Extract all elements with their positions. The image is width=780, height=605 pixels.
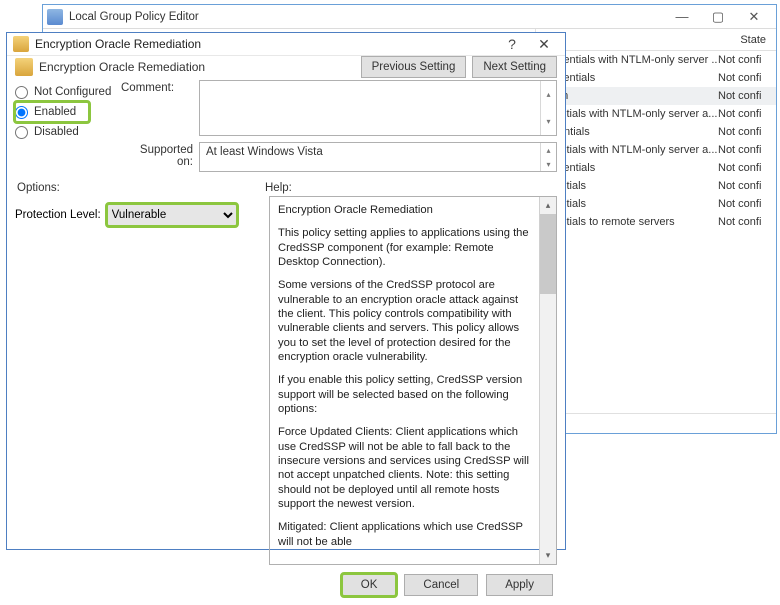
radio-disabled[interactable]: Disabled <box>15 122 113 142</box>
supported-on-box: At least Windows Vista ▴▾ <box>199 142 557 172</box>
policy-list-row[interactable]: credentialsNot confi <box>536 69 776 87</box>
gpedit-title: Local Group Policy Editor <box>69 11 199 23</box>
policy-list-row[interactable]: edentials with NTLM-only server a...Not … <box>536 105 776 123</box>
minimize-button[interactable]: — <box>664 6 700 28</box>
dialog-help-button[interactable]: ? <box>497 33 527 55</box>
next-setting-button[interactable]: Next Setting <box>472 56 557 78</box>
options-panel: Protection Level: Vulnerable <box>15 196 263 565</box>
policy-name: Encryption Oracle Remediation <box>39 60 205 74</box>
comment-scrollbar[interactable]: ▴▾ <box>540 81 556 135</box>
options-label: Options: <box>17 182 265 194</box>
policy-icon <box>15 58 33 76</box>
radio-enabled[interactable]: Enabled <box>15 102 89 122</box>
gpedit-icon <box>47 9 63 25</box>
dialog-close-button[interactable]: ✕ <box>529 33 559 55</box>
radio-not-configured-input[interactable] <box>15 86 28 99</box>
policy-list-row[interactable]: iationNot confi <box>536 87 776 105</box>
previous-setting-button[interactable]: Previous Setting <box>361 56 467 78</box>
policy-list-row[interactable]: edentials with NTLM-only server a...Not … <box>536 141 776 159</box>
policy-list-row[interactable]: redentialsNot confi <box>536 123 776 141</box>
comment-label: Comment: <box>121 80 193 94</box>
dialog-titlebar: Encryption Oracle Remediation ? ✕ <box>7 33 565 56</box>
apply-button[interactable]: Apply <box>486 574 553 596</box>
gpedit-list-pane: State credentials with NTLM-only server … <box>536 29 776 433</box>
protection-level-label: Protection Level: <box>15 209 101 221</box>
radio-disabled-input[interactable] <box>15 126 28 139</box>
help-scrollbar[interactable]: ▴ ▾ <box>539 197 556 564</box>
policy-list-row[interactable]: edentialsNot confi <box>536 177 776 195</box>
protection-level-select[interactable]: Vulnerable <box>107 204 237 226</box>
policy-list-row[interactable]: credentialsNot confi <box>536 159 776 177</box>
policy-icon <box>13 36 29 52</box>
help-text: Encryption Oracle Remediation This polic… <box>270 197 539 564</box>
cancel-button[interactable]: Cancel <box>404 574 478 596</box>
policy-list-row[interactable]: edentials to remote serversNot confi <box>536 213 776 231</box>
comment-textarea[interactable]: ▴▾ <box>199 80 557 136</box>
policy-dialog: Encryption Oracle Remediation ? ✕ Encryp… <box>6 32 566 550</box>
dialog-title: Encryption Oracle Remediation <box>35 37 201 51</box>
policy-list-row[interactable]: credentials with NTLM-only server ...Not… <box>536 51 776 69</box>
supported-label: Supported on: <box>121 142 193 168</box>
supported-scrollbar: ▴▾ <box>540 143 556 171</box>
close-button[interactable]: ✕ <box>736 6 772 28</box>
state-column-header[interactable]: State <box>536 29 776 51</box>
maximize-button[interactable]: ▢ <box>700 6 736 28</box>
ok-button[interactable]: OK <box>342 574 397 596</box>
gpedit-titlebar: Local Group Policy Editor — ▢ ✕ <box>43 5 776 29</box>
radio-not-configured[interactable]: Not Configured <box>15 82 113 102</box>
state-radio-group: Not Configured Enabled Disabled <box>15 80 113 172</box>
policy-list-row[interactable]: edentialsNot confi <box>536 195 776 213</box>
radio-enabled-input[interactable] <box>15 106 28 119</box>
help-label: Help: <box>265 182 292 194</box>
